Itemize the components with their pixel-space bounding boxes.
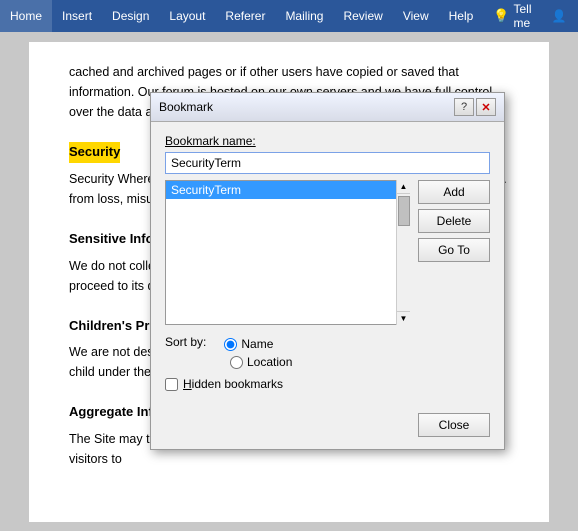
sort-radio-group: Name — [216, 337, 273, 351]
scroll-track — [397, 194, 410, 311]
ribbon: Home Insert Design Layout Referer Mailin… — [0, 0, 578, 32]
ribbon-mailing[interactable]: Mailing — [275, 0, 333, 32]
action-buttons: Add Delete Go To — [418, 180, 490, 325]
sort-name-label: Name — [241, 337, 273, 351]
sort-section: Sort by: Name Location — [165, 335, 490, 369]
document-area: cached and archived pages or if other us… — [0, 32, 578, 531]
sort-name-option[interactable]: Name — [224, 337, 273, 351]
list-scrollbar[interactable]: ▲ ▼ — [396, 180, 410, 325]
sort-location-row: Location — [230, 355, 490, 369]
ribbon-insert[interactable]: Insert — [52, 0, 102, 32]
ribbon-help[interactable]: Help — [439, 0, 484, 32]
bookmark-list-wrapper: SecurityTerm ▲ ▼ — [165, 180, 410, 325]
bookmark-name-label: Bookmark name: — [165, 134, 490, 148]
ribbon-layout[interactable]: Layout — [159, 0, 215, 32]
checkbox-section: Hidden bookmarks — [165, 377, 490, 391]
ribbon-home[interactable]: Home — [0, 0, 52, 32]
bookmark-name-input[interactable] — [165, 152, 490, 174]
sort-name-radio[interactable] — [224, 338, 237, 351]
bookmark-dialog: Bookmark ? ✕ Bookmark name: SecurityTerm… — [150, 92, 505, 450]
section-heading-security: Security — [69, 142, 120, 163]
dialog-body: Bookmark name: SecurityTerm ▲ ▼ — [151, 122, 504, 413]
close-button[interactable]: Close — [418, 413, 490, 437]
list-container: SecurityTerm ▲ ▼ Add Delete Go To — [165, 180, 490, 325]
go-to-button[interactable]: Go To — [418, 238, 490, 262]
delete-button[interactable]: Delete — [418, 209, 490, 233]
dialog-controls: ? ✕ — [454, 98, 496, 116]
hidden-bookmarks-label: Hidden bookmarks — [183, 377, 283, 391]
scroll-thumb[interactable] — [398, 196, 410, 226]
dialog-help-button[interactable]: ? — [454, 98, 474, 116]
lightbulb-icon — [493, 8, 509, 24]
dialog-close-button[interactable]: ✕ — [476, 98, 496, 116]
sort-location-label: Location — [247, 355, 292, 369]
tell-me-label: Tell me — [513, 2, 531, 30]
scroll-down-arrow[interactable]: ▼ — [397, 311, 410, 325]
list-item[interactable]: SecurityTerm — [166, 181, 409, 199]
sort-location-option[interactable]: Location — [230, 355, 292, 369]
add-button[interactable]: Add — [418, 180, 490, 204]
sort-row: Sort by: Name — [165, 335, 490, 353]
sort-location-radio[interactable] — [230, 356, 243, 369]
scroll-up-arrow[interactable]: ▲ — [397, 180, 410, 194]
sort-by-label: Sort by: — [165, 335, 206, 349]
dialog-footer: Close — [151, 413, 504, 449]
ribbon-design[interactable]: Design — [102, 0, 159, 32]
share-icon: 👤 — [542, 9, 577, 23]
ribbon-review[interactable]: Review — [333, 0, 392, 32]
ribbon-right: Tell me 👤 Share — [483, 0, 578, 32]
hidden-bookmarks-checkbox[interactable] — [165, 378, 178, 391]
tell-me-button[interactable]: Tell me — [483, 2, 541, 30]
hidden-bookmarks-checkbox-label[interactable]: Hidden bookmarks — [165, 377, 490, 391]
dialog-title: Bookmark — [159, 100, 213, 114]
ribbon-referer[interactable]: Referer — [215, 0, 275, 32]
ribbon-view[interactable]: View — [393, 0, 439, 32]
bookmark-list[interactable]: SecurityTerm — [165, 180, 410, 325]
dialog-titlebar[interactable]: Bookmark ? ✕ — [151, 93, 504, 122]
